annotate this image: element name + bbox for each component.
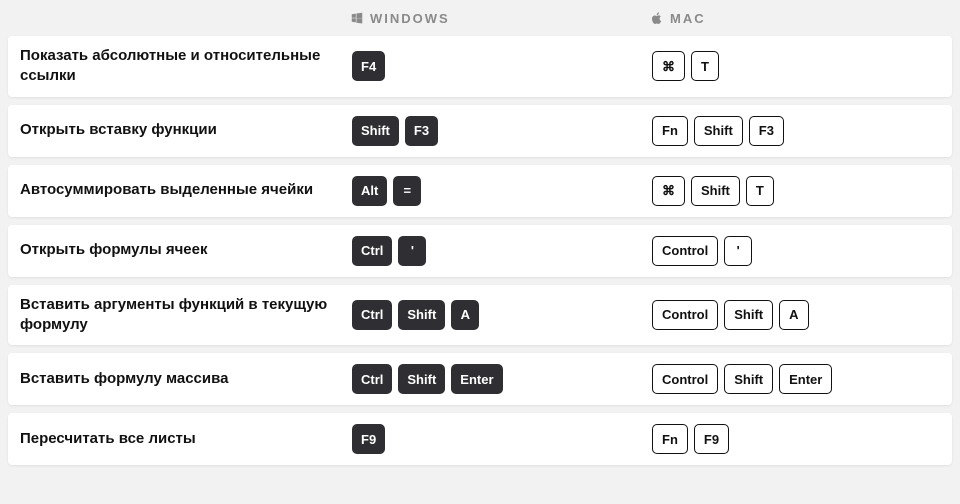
key: Shift [398, 364, 445, 394]
key: F3 [749, 116, 784, 146]
shortcut-label: Пересчитать все листы [20, 429, 352, 449]
windows-keys: CtrlShiftEnter [352, 364, 652, 394]
key: Shift [694, 116, 743, 146]
shortcut-table: WINDOWS MAC Показать абсолютные и относи… [0, 0, 960, 473]
key: Shift [691, 176, 740, 206]
key: Enter [779, 364, 832, 394]
key: F3 [405, 116, 438, 146]
header-windows: WINDOWS [350, 11, 650, 26]
key: Fn [652, 116, 688, 146]
key: F9 [352, 424, 385, 454]
key: A [779, 300, 808, 330]
windows-keys: F4 [352, 51, 652, 81]
key: ⌘ [652, 176, 685, 206]
header-windows-label: WINDOWS [370, 11, 450, 26]
key: = [393, 176, 421, 206]
mac-keys: ⌘ShiftT [652, 176, 952, 206]
key: ' [724, 236, 752, 266]
windows-keys: CtrlShiftA [352, 300, 652, 330]
key: Ctrl [352, 364, 392, 394]
windows-keys: Ctrl' [352, 236, 652, 266]
shortcut-label: Открыть вставку функции [20, 120, 352, 140]
windows-keys: F9 [352, 424, 652, 454]
mac-keys: Control' [652, 236, 952, 266]
key: ' [398, 236, 426, 266]
key: ⌘ [652, 51, 685, 81]
key: T [691, 51, 719, 81]
key: F9 [694, 424, 729, 454]
apple-icon [650, 11, 664, 25]
shortcut-row: Автосуммировать выделенные ячейкиAlt=⌘Sh… [8, 165, 952, 217]
key: Shift [352, 116, 399, 146]
mac-keys: FnShiftF3 [652, 116, 952, 146]
key: Control [652, 236, 718, 266]
header-mac-label: MAC [670, 11, 706, 26]
key: Enter [451, 364, 502, 394]
key: T [746, 176, 774, 206]
key: Ctrl [352, 236, 392, 266]
header-row: WINDOWS MAC [0, 0, 960, 36]
mac-keys: ControlShiftA [652, 300, 952, 330]
shortcut-row: Открыть вставку функцииShiftF3FnShiftF3 [8, 105, 952, 157]
windows-icon [350, 11, 364, 25]
shortcut-row: Показать абсолютные и относительные ссыл… [8, 36, 952, 97]
header-mac: MAC [650, 11, 950, 26]
key: Fn [652, 424, 688, 454]
shortcut-label: Вставить аргументы функций в текущую фор… [20, 295, 352, 336]
shortcut-label: Автосуммировать выделенные ячейки [20, 180, 352, 200]
key: Shift [724, 300, 773, 330]
key: Control [652, 364, 718, 394]
shortcut-row: Открыть формулы ячеекCtrl'Control' [8, 225, 952, 277]
shortcut-row: Пересчитать все листыF9FnF9 [8, 413, 952, 465]
shortcut-label: Вставить формулу массива [20, 369, 352, 389]
mac-keys: FnF9 [652, 424, 952, 454]
key: Shift [398, 300, 445, 330]
key: F4 [352, 51, 385, 81]
shortcut-rows: Показать абсолютные и относительные ссыл… [0, 36, 960, 473]
mac-keys: ⌘T [652, 51, 952, 81]
key: Control [652, 300, 718, 330]
key: A [451, 300, 479, 330]
key: Shift [724, 364, 773, 394]
shortcut-row: Вставить аргументы функций в текущую фор… [8, 285, 952, 346]
windows-keys: ShiftF3 [352, 116, 652, 146]
mac-keys: ControlShiftEnter [652, 364, 952, 394]
key: Ctrl [352, 300, 392, 330]
windows-keys: Alt= [352, 176, 652, 206]
shortcut-row: Вставить формулу массиваCtrlShiftEnterCo… [8, 353, 952, 405]
shortcut-label: Открыть формулы ячеек [20, 240, 352, 260]
key: Alt [352, 176, 387, 206]
shortcut-label: Показать абсолютные и относительные ссыл… [20, 46, 352, 87]
